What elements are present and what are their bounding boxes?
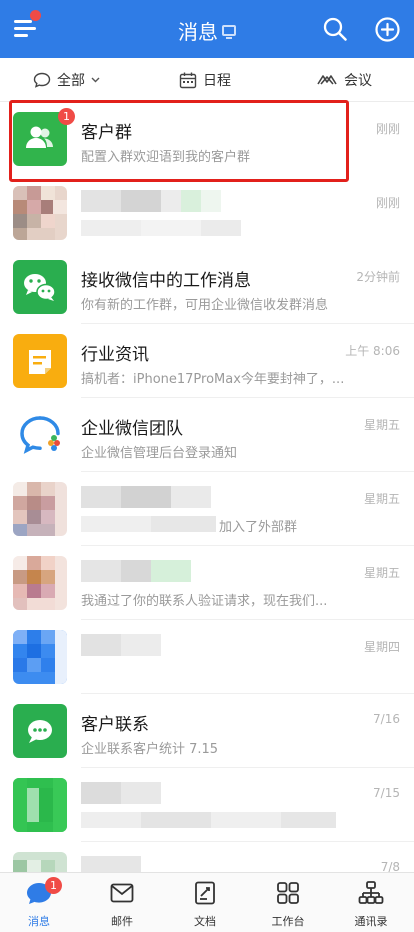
chat-preview: 加入了外部群 — [219, 520, 298, 535]
chat-time: 7/15 — [373, 786, 400, 800]
top-bar: 消息 — [0, 0, 414, 58]
tab-docs[interactable]: 文档 — [170, 879, 240, 929]
filter-all[interactable]: 全部 — [33, 70, 100, 90]
chat-item-blurred[interactable]: 加入了外部群 星期五 — [0, 472, 414, 546]
blurred-preview — [81, 812, 336, 828]
chat-name: 企业微信团队 — [81, 419, 183, 439]
tab-contacts[interactable]: 通讯录 — [336, 879, 406, 929]
highlight-box — [9, 100, 349, 182]
calendar-icon — [179, 72, 197, 88]
chat-time: 上午 8:06 — [345, 344, 400, 358]
filter-meeting[interactable]: 会议 — [316, 70, 372, 90]
chat-time: 7/16 — [373, 712, 400, 726]
chat-preview: 企业联系客户统计 7.15 — [81, 742, 219, 757]
chat-time: 星期五 — [363, 566, 400, 580]
mail-icon — [108, 879, 136, 907]
chat-item-blurred[interactable]: 我通过了你的联系人验证请求，现在我们... 星期五 — [0, 546, 414, 620]
filter-bar: 全部 日程 会议 — [0, 58, 414, 102]
chat-item-wecom-team[interactable]: 企业微信团队 企业微信管理后台登录通知 星期五 — [0, 398, 414, 472]
message-icon: 1 — [25, 877, 62, 907]
blurred-name — [81, 634, 161, 656]
blurred-avatar — [13, 778, 67, 832]
workbench-icon — [274, 879, 302, 907]
chat-time: 刚刚 — [375, 122, 400, 136]
chat-bubble-icon — [33, 72, 51, 88]
customer-contact-icon — [13, 704, 67, 758]
meeting-icon — [317, 75, 337, 85]
blurred-avatar — [13, 186, 67, 240]
chat-time: 星期五 — [363, 492, 400, 506]
page-title: 消息 — [0, 16, 414, 45]
unread-badge: 1 — [45, 877, 62, 894]
wecom-team-icon — [13, 408, 67, 462]
chat-item-blurred[interactable]: 刚刚 — [0, 176, 414, 250]
bottom-tab-bar: 1 消息 邮件 文档 工作台 通讯录 — [0, 872, 414, 932]
chat-time: 刚刚 — [375, 196, 400, 210]
chat-name: 客户联系 — [81, 715, 149, 735]
chat-time: 2分钟前 — [356, 270, 400, 284]
blurred-avatar — [13, 482, 67, 536]
blurred-preview — [81, 220, 241, 236]
chat-name: 接收微信中的工作消息 — [81, 271, 251, 291]
desktop-online-icon — [222, 25, 236, 39]
chat-time: 星期四 — [363, 640, 400, 654]
contacts-icon — [357, 879, 385, 907]
filter-schedule[interactable]: 日程 — [179, 70, 231, 90]
blurred-avatar — [13, 556, 67, 610]
chevron-down-icon — [91, 77, 100, 83]
chat-preview: 企业微信管理后台登录通知 — [81, 446, 238, 461]
tab-mail[interactable]: 邮件 — [87, 879, 157, 929]
search-icon[interactable] — [323, 17, 347, 41]
chat-preview: 搞机者：iPhone17ProMax今年要封神了，... — [81, 372, 345, 387]
blurred-name — [81, 782, 161, 804]
tab-workbench[interactable]: 工作台 — [253, 879, 323, 929]
chat-item-wechat-work[interactable]: 接收微信中的工作消息 你有新的工作群，可用企业微信收发群消息 2分钟前 — [0, 250, 414, 324]
blurred-name — [81, 856, 141, 872]
wechat-icon — [13, 260, 67, 314]
document-icon — [191, 879, 219, 907]
tab-messages[interactable]: 1 消息 — [4, 877, 74, 929]
chat-item-customer-contact[interactable]: 客户联系 企业联系客户统计 7.15 7/16 — [0, 694, 414, 768]
blurred-name — [81, 190, 221, 212]
blurred-name — [81, 560, 191, 582]
chat-item-industry-news[interactable]: 行业资讯 搞机者：iPhone17ProMax今年要封神了，... 上午 8:0… — [0, 324, 414, 398]
chat-item-blurred[interactable]: 星期四 — [0, 620, 414, 694]
news-icon — [13, 334, 67, 388]
chat-time: 星期五 — [363, 418, 400, 432]
blurred-name — [81, 486, 211, 508]
chat-name: 行业资讯 — [81, 345, 149, 365]
chat-preview: 我通过了你的联系人验证请求，现在我们... — [81, 594, 328, 609]
chat-item-blurred[interactable]: 7/15 — [0, 768, 414, 842]
blurred-avatar — [13, 630, 67, 684]
add-icon[interactable] — [375, 17, 400, 42]
chat-preview: 你有新的工作群，可用企业微信收发群消息 — [81, 298, 329, 313]
blurred-preview-part — [81, 516, 216, 532]
